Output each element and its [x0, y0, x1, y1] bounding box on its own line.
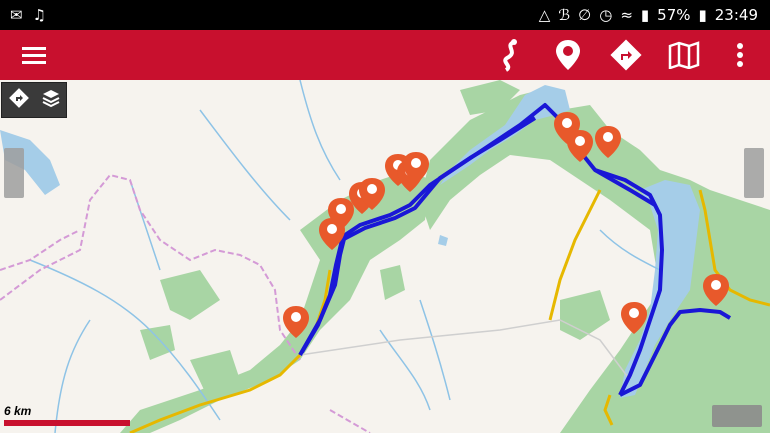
scale-line: [4, 420, 130, 426]
layers-icon[interactable]: [41, 88, 61, 113]
battery-icon: ▮: [698, 6, 707, 24]
map-canvas[interactable]: [0, 80, 770, 433]
left-panel-handle[interactable]: [4, 148, 24, 198]
map-view[interactable]: [0, 80, 770, 433]
bottom-panel-handle[interactable]: [712, 405, 762, 427]
wifi-icon: ≈: [620, 6, 633, 24]
warning-icon: △: [538, 6, 551, 24]
signal-icon: ▮: [640, 6, 650, 24]
route-icon[interactable]: [488, 30, 532, 80]
missed-call-icon: ✉: [10, 6, 23, 24]
app-toolbar: [0, 30, 770, 80]
overflow-menu-icon[interactable]: [718, 30, 762, 80]
scale-bar: 6 km: [4, 404, 130, 426]
bluetooth-icon: ℬ: [558, 6, 571, 24]
scale-label: 6 km: [4, 404, 32, 418]
alarm-icon: ◷: [599, 6, 613, 24]
map-pin-icon[interactable]: [546, 30, 590, 80]
status-right: △ ℬ ∅ ◷ ≈ ▮ 57% ▮ 23:49: [539, 6, 758, 24]
right-panel-handle[interactable]: [744, 148, 764, 198]
status-bar: ✉ ♫ △ ℬ ∅ ◷ ≈ ▮ 57% ▮ 23:49: [0, 0, 770, 30]
hamburger-menu-icon[interactable]: [12, 30, 56, 80]
battery-percent: 57%: [657, 6, 691, 24]
map-icon[interactable]: [662, 30, 706, 80]
mute-icon: ∅: [578, 6, 592, 24]
directions-icon[interactable]: [8, 87, 30, 114]
status-left: ✉ ♫: [10, 6, 46, 24]
directions-icon[interactable]: [604, 30, 648, 80]
map-controls: [1, 82, 67, 118]
clock: 23:49: [714, 6, 758, 24]
music-note-icon: ♫: [32, 6, 47, 24]
